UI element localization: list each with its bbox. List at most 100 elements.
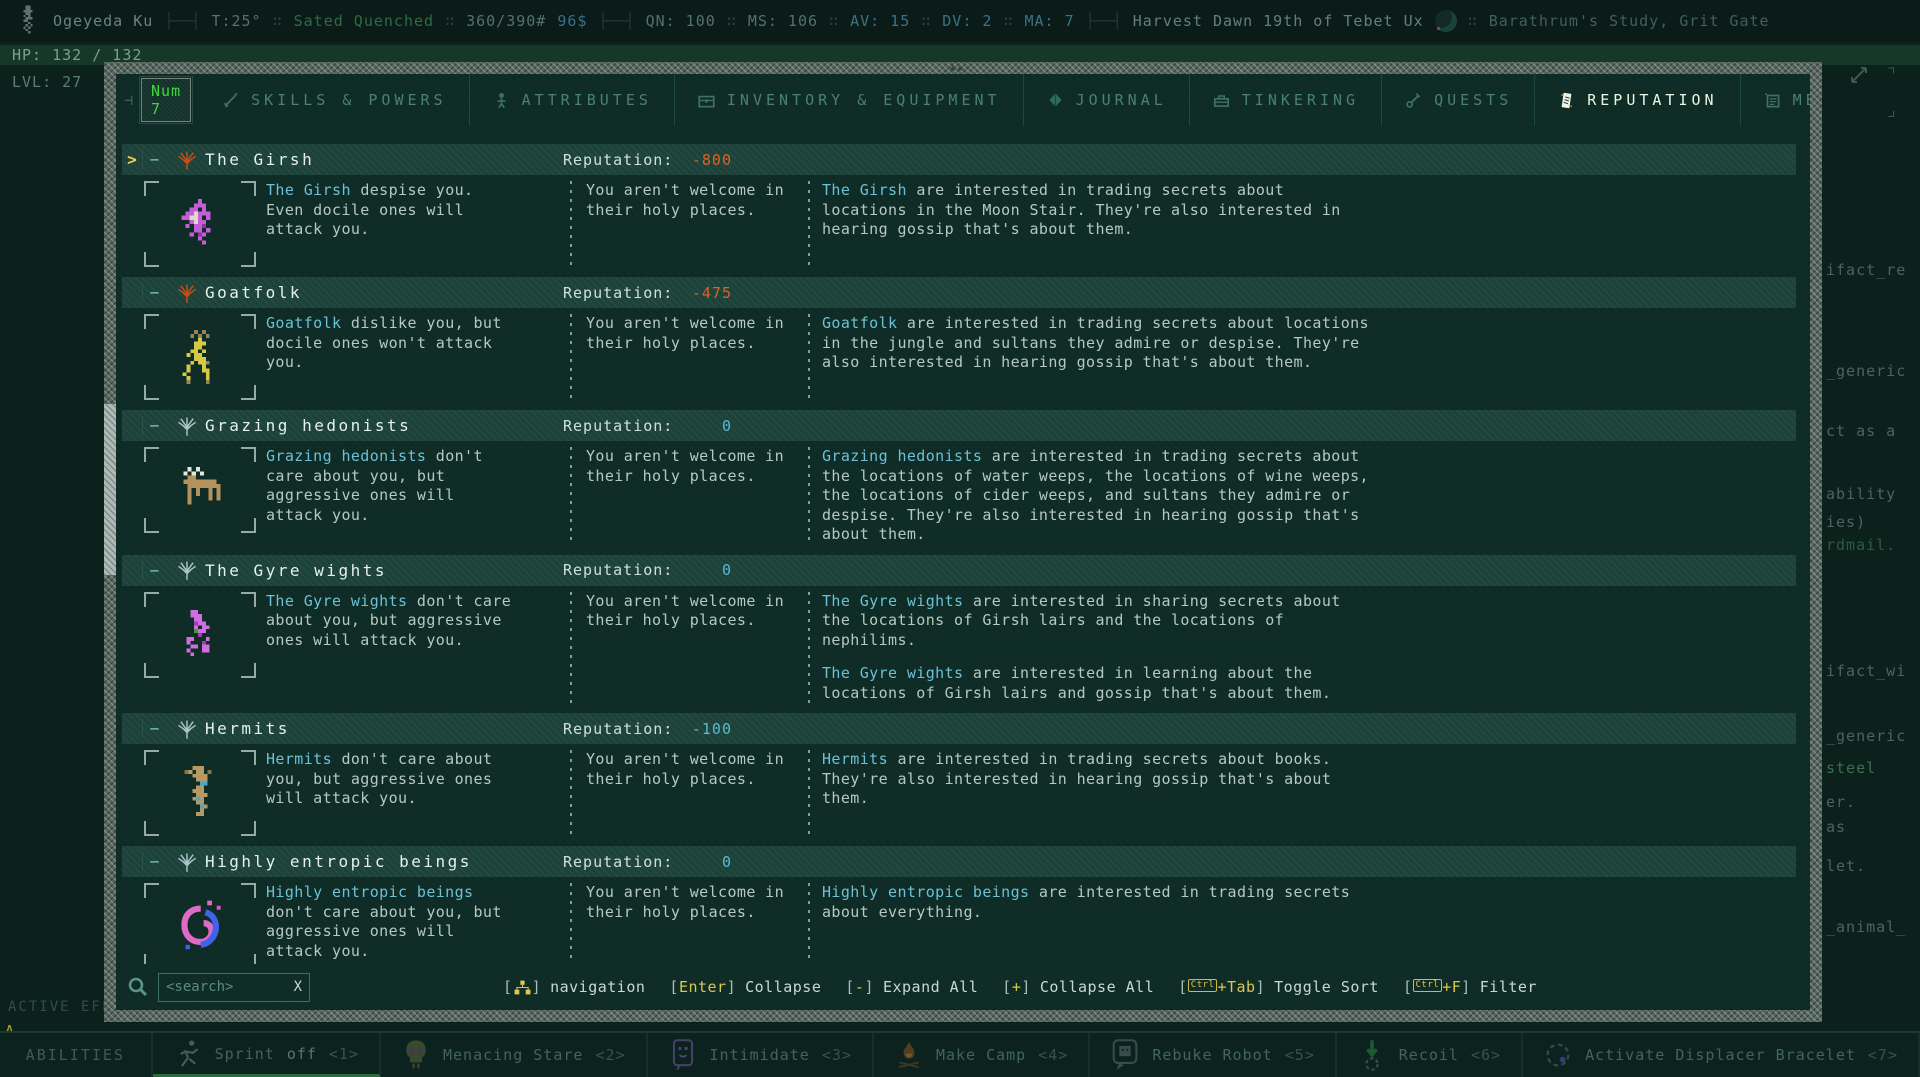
tab-inventory-equipment[interactable]: INVENTORY & EQUIPMENT (675, 74, 1023, 126)
faction-interests: Hermits are interested in trading secret… (816, 750, 1796, 836)
prev-tab-hotkey[interactable]: Num 7 (141, 78, 191, 122)
tab-quests[interactable]: QUESTS (1382, 74, 1534, 126)
tree-pale (176, 851, 198, 873)
faction-header[interactable]: > − The Girsh Reputation: -800 (122, 144, 1796, 175)
tab-label: SKILLS & POWERS (251, 91, 446, 109)
displacer-bracelet-icon (1543, 1038, 1573, 1072)
collapse-toggle[interactable]: − (142, 150, 166, 169)
stat-value: MS: 106 (748, 12, 818, 30)
hint-label: navigation (550, 978, 645, 996)
collapse-toggle[interactable]: − (142, 283, 166, 302)
ability-name: Make Camp (936, 1046, 1026, 1064)
tab-tinkering[interactable]: TINKERING (1190, 74, 1381, 126)
make-camp-icon (894, 1038, 924, 1072)
faction-header[interactable]: > − The Gyre wights Reputation: 0 (122, 555, 1796, 586)
interest-paragraph: Highly entropic beings are interested in… (822, 883, 1796, 922)
dialog-footer: X []navigation[Enter]Collapse[-]Expand A… (116, 964, 1810, 1010)
frame-corner-icon (241, 821, 256, 836)
faction-header[interactable]: > − Goatfolk Reputation: -475 (122, 277, 1796, 308)
tree-orange (176, 149, 198, 171)
collapse-toggle[interactable]: − (142, 852, 166, 871)
girsh-sprite (173, 195, 227, 253)
ability-button-make-camp[interactable]: Make Camp<4> (874, 1033, 1090, 1077)
faction-name: Hermits (205, 719, 290, 738)
hint-key: +F (1442, 978, 1461, 996)
search-input[interactable] (159, 974, 309, 1001)
collapse-toggle[interactable]: − (142, 416, 166, 435)
hint-toggle-sort: [Ctrl+Tab]Toggle Sort (1178, 978, 1379, 996)
search-clear-button[interactable]: X (294, 979, 302, 995)
frame-corner-icon (144, 385, 159, 400)
faction-header[interactable]: > − Grazing hedonists Reputation: 0 (122, 410, 1796, 441)
collapse-toggle[interactable]: − (142, 719, 166, 738)
hermit-sprite (177, 762, 223, 824)
tab-journal[interactable]: JOURNAL (1024, 74, 1189, 126)
faction-details: Grazing hedonists don't care about you, … (122, 441, 1796, 555)
ability-button-intimidate[interactable]: Intimidate<3> (648, 1033, 874, 1077)
faction-interests: The Girsh are interested in trading secr… (816, 181, 1796, 267)
faction-interests: Grazing hedonists are interested in trad… (816, 447, 1796, 545)
reputation-value: -475 (622, 284, 732, 302)
clipped-log-text: _generic (1826, 727, 1906, 745)
ability-button-sprint[interactable]: Sprintoff<1> (153, 1033, 381, 1077)
tab-attributes[interactable]: ATTRIBUTES (470, 74, 674, 126)
entropic-sprite (171, 897, 229, 955)
tab-label: INVENTORY & EQUIPMENT (727, 91, 1001, 109)
money: 96$ (557, 12, 587, 30)
faction-row: > − Goatfolk Reputation: -475 Goatfolk d… (122, 277, 1796, 410)
frame-corner-icon (144, 663, 159, 678)
scroll-icon (1557, 91, 1576, 110)
column-divider (570, 314, 572, 400)
faction-row: > − Hermits Reputation: -100 Hermits don… (122, 713, 1796, 846)
faction-sprite-frame (144, 883, 256, 964)
stat-value: DV: 2 (942, 12, 992, 30)
tab-reputation[interactable]: REPUTATION (1535, 74, 1739, 126)
frame-corner-icon (144, 954, 159, 964)
clipped-log-text: let. (1826, 857, 1866, 875)
frame-corner-icon (144, 314, 159, 329)
character-sheet-window: ▲▲ ⊣ Num 7 SKILLS & POWERSATTRIBUTESINVE… (104, 62, 1822, 1022)
rebuke-robot-icon (1110, 1038, 1140, 1072)
ability-button-rebuke-robot[interactable]: Rebuke Robot<5> (1090, 1033, 1336, 1077)
separator-bar-icon: ├──┤ (598, 12, 634, 30)
hedonist-sprite (171, 467, 229, 513)
collapse-toggle[interactable]: − (142, 561, 166, 580)
tab-label: REPUTATION (1587, 91, 1717, 109)
ability-button-activate-displacer-bracelet[interactable]: Activate Displacer Bracelet<7> (1523, 1033, 1920, 1077)
player-topbar-icon (14, 3, 42, 40)
hint-expand-all: [-]Expand All (845, 978, 978, 996)
intimidate-icon (668, 1038, 698, 1072)
tab-bar: ⊣ Num 7 SKILLS & POWERSATTRIBUTESINVENTO… (116, 74, 1810, 126)
goatfolk-sprite (175, 326, 225, 388)
frame-corner-icon (241, 750, 256, 765)
ability-button-menacing-stare[interactable]: Menacing Stare<2> (381, 1033, 648, 1077)
column-divider (808, 181, 810, 267)
hint-key: - (855, 978, 865, 996)
clipped-log-text: ability (1826, 485, 1896, 503)
ability-button-recoil[interactable]: Recoil<6> (1337, 1033, 1523, 1077)
faction-header[interactable]: > − Highly entropic beings Reputation: 0 (122, 846, 1796, 877)
tab-skills-powers[interactable]: SKILLS & POWERS (199, 74, 468, 126)
separator-dots-icon: ∷ (1003, 12, 1013, 30)
recoil-icon (1357, 1038, 1387, 1072)
tab-message-log[interactable]: MESSAGE LOG (1741, 74, 1810, 126)
faction-header[interactable]: > − Hermits Reputation: -100 (122, 713, 1796, 744)
faction-interests: Highly entropic beings are interested in… (816, 883, 1796, 964)
hint-navigation: []navigation (503, 978, 645, 996)
interest-paragraph: The Gyre wights are interested in sharin… (822, 592, 1796, 651)
faction-holy-places: You aren't welcome in their holy places. (578, 883, 802, 964)
ability-hotkey: <2> (595, 1046, 625, 1064)
ability-hotkey: <7> (1868, 1046, 1898, 1064)
faction-sprite-frame (144, 592, 256, 678)
frame-corner-icon (241, 592, 256, 607)
scroll-up-arrows-icon[interactable]: ▲▲ (950, 62, 965, 74)
scrollbar-thumb[interactable] (104, 404, 116, 575)
frame-corner-icon (241, 252, 256, 267)
faction-holy-places: You aren't welcome in their holy places. (578, 314, 802, 400)
person-icon (492, 91, 511, 110)
faction-details: Hermits don't care about you, but aggres… (122, 744, 1796, 846)
frame-corner-icon (241, 883, 256, 898)
separator-dots-icon: ∷ (1468, 12, 1478, 30)
hint-filter: [Ctrl+F]Filter (1403, 978, 1537, 996)
reputation-value: -100 (622, 720, 732, 738)
